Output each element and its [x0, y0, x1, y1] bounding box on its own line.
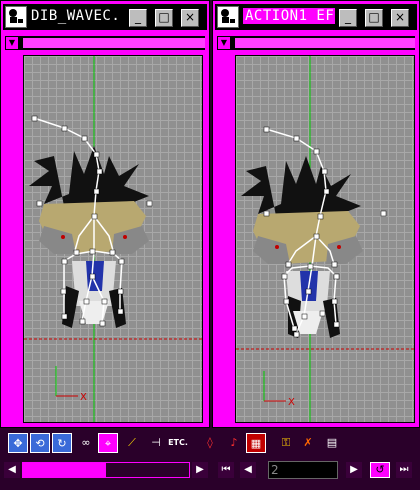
- chevron-down-icon[interactable]: ▼: [217, 36, 231, 50]
- svg-text:X: X: [288, 397, 295, 408]
- window-title: ACTION1 EF...: [243, 8, 335, 24]
- refresh-icon[interactable]: ↻: [52, 433, 72, 453]
- loop-button[interactable]: ↺: [370, 462, 390, 478]
- viewport-3d[interactable]: X: [23, 55, 203, 423]
- title-bar[interactable]: ACTION1 EF... _ □ ×: [215, 4, 417, 30]
- scroll-right-button[interactable]: ▶: [192, 462, 208, 478]
- close-button[interactable]: ×: [391, 9, 409, 27]
- rotate-icon[interactable]: ⟲: [30, 433, 50, 453]
- scroll-left-button[interactable]: ◀: [4, 462, 20, 478]
- grid-icon[interactable]: ▦: [246, 433, 266, 453]
- window-title: DIB_WAVEC...: [31, 8, 121, 24]
- music-note-icon[interactable]: ♪: [224, 433, 244, 453]
- maximize-button[interactable]: □: [365, 9, 383, 27]
- marker-icon[interactable]: ◊: [200, 433, 220, 453]
- close-button[interactable]: ×: [181, 9, 199, 27]
- viewport-3d[interactable]: X: [235, 55, 415, 423]
- axis-x-label: X: [80, 392, 87, 403]
- character-render: X: [236, 56, 414, 422]
- no-key-icon[interactable]: ✗: [298, 433, 318, 453]
- app-icon: [217, 6, 239, 28]
- panel-menu-strip[interactable]: ▼: [5, 36, 205, 50]
- joint-icon[interactable]: ⊣: [146, 433, 166, 453]
- minimize-button[interactable]: _: [129, 9, 147, 27]
- frame-number-field[interactable]: 2: [268, 461, 338, 479]
- link-icon[interactable]: ∞: [76, 433, 96, 453]
- maximize-button[interactable]: □: [155, 9, 173, 27]
- select-bone-icon[interactable]: ⌖: [98, 433, 118, 453]
- title-bar[interactable]: DIB_WAVEC... _ □ ×: [3, 4, 207, 30]
- app-icon: [5, 6, 27, 28]
- chevron-down-icon[interactable]: ▼: [5, 36, 19, 50]
- left-panel: DIB_WAVEC... _ □ × ▼: [0, 0, 210, 428]
- bone-chain-icon[interactable]: ⟋: [122, 433, 142, 453]
- first-frame-button[interactable]: ⏮: [218, 462, 234, 478]
- panel-menu-strip[interactable]: ▼: [217, 36, 415, 50]
- move-icon[interactable]: ✥: [8, 433, 28, 453]
- prev-frame-button[interactable]: ◀: [240, 462, 256, 478]
- timeline-scrollbar[interactable]: [22, 462, 190, 478]
- menu-bar-fill: [23, 38, 205, 48]
- next-frame-button[interactable]: ▶: [346, 462, 362, 478]
- key-icon[interactable]: ⚿: [276, 433, 296, 453]
- minimize-button[interactable]: _: [339, 9, 357, 27]
- last-frame-button[interactable]: ⏭: [396, 462, 412, 478]
- right-leg-shape: [109, 288, 126, 328]
- right-panel: ACTION1 EF... _ □ × ▼: [212, 0, 420, 428]
- character-render: X: [24, 56, 202, 422]
- bottom-toolbar: ✥ ⟲ ↻ ∞ ⌖ ⟋ ⊣ ETC. ◊ ♪ ▦ ⚿ ✗ ▤ ◀ ▶ ⏮ ◀ 2…: [0, 428, 420, 490]
- menu-bar-fill: [235, 38, 415, 48]
- etc-button[interactable]: ETC.: [168, 433, 188, 453]
- panel-icon[interactable]: ▤: [322, 433, 342, 453]
- timeline-scroll-thumb[interactable]: [23, 463, 106, 477]
